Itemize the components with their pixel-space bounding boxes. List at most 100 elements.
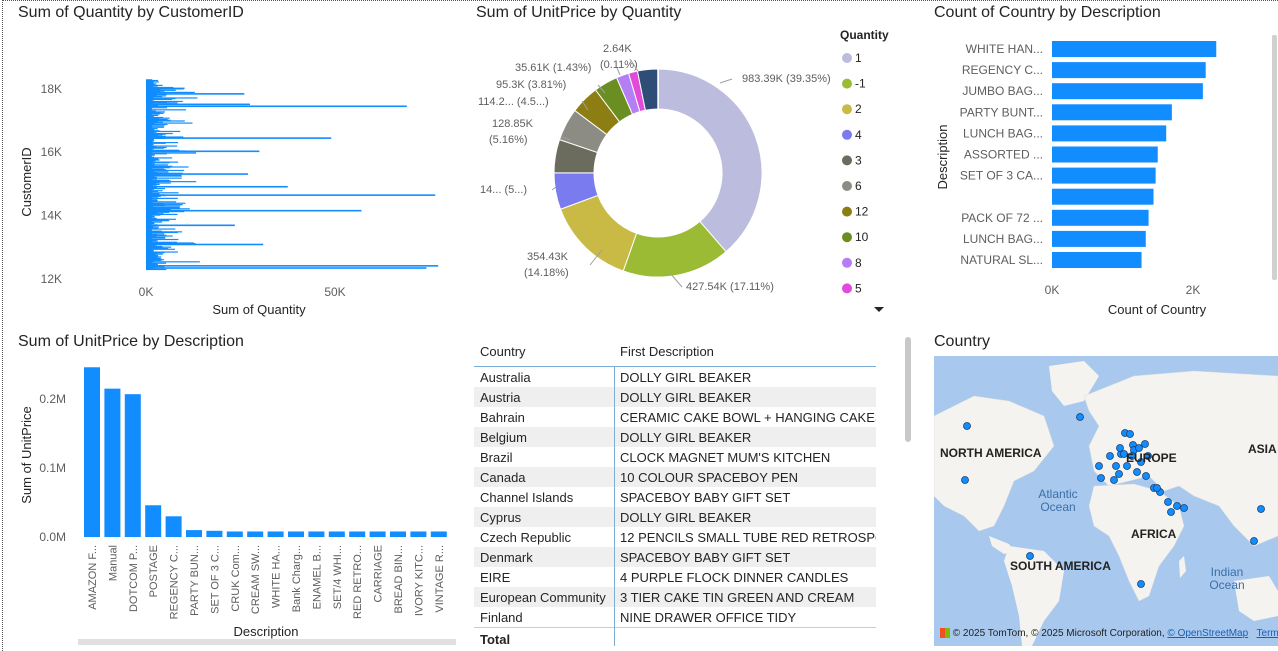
legend-item[interactable]: 6 — [855, 179, 862, 193]
country-description-table[interactable]: Country First Description Australia DOLLY… — [474, 336, 876, 650]
bar[interactable] — [146, 173, 249, 175]
legend-item[interactable]: 8 — [855, 256, 862, 270]
pie-slice[interactable] — [657, 68, 660, 110]
bar[interactable] — [146, 152, 197, 154]
map-point[interactable] — [1110, 476, 1118, 484]
map-point[interactable] — [1112, 462, 1120, 470]
map-point[interactable] — [1250, 537, 1258, 545]
bar[interactable] — [145, 505, 162, 537]
bar[interactable] — [328, 531, 345, 537]
table-row[interactable]: Brazil CLOCK MAGNET MUM'S KITCHEN — [474, 447, 876, 467]
legend-item[interactable]: 10 — [855, 230, 869, 244]
bar[interactable] — [146, 185, 288, 188]
table-row[interactable]: Australia DOLLY GIRL BEAKER — [474, 367, 876, 387]
bar[interactable] — [349, 531, 366, 537]
legend-item[interactable]: 2 — [855, 102, 862, 116]
bar[interactable] — [430, 531, 447, 537]
table-row[interactable]: Belgium DOLLY GIRL BEAKER — [474, 427, 876, 447]
pie-slice[interactable] — [657, 68, 763, 253]
map-point[interactable] — [1115, 470, 1123, 478]
bar[interactable] — [146, 109, 186, 111]
map-point[interactable] — [1153, 484, 1161, 492]
map-point[interactable] — [1095, 462, 1103, 470]
map-point[interactable] — [1133, 468, 1141, 476]
table-scrollbar[interactable] — [905, 337, 911, 442]
table-row[interactable]: EIRE 4 PURPLE FLOCK DINNER CANDLES — [474, 567, 876, 587]
map-point[interactable] — [1167, 508, 1175, 516]
bar[interactable] — [1052, 104, 1172, 121]
map-point[interactable] — [963, 422, 971, 430]
bar[interactable] — [1052, 188, 1154, 205]
bar[interactable] — [146, 93, 245, 95]
bar[interactable] — [308, 531, 325, 537]
legend-item[interactable]: 4 — [855, 128, 862, 142]
table-row[interactable]: European Community 3 TIER CAKE TIN GREEN … — [474, 587, 876, 607]
bar[interactable] — [1052, 125, 1167, 142]
bar[interactable] — [146, 243, 264, 246]
bar[interactable] — [1052, 167, 1156, 184]
bar[interactable] — [146, 209, 362, 212]
bar[interactable] — [146, 137, 332, 139]
chart-quantity-by-customer[interactable]: 18K 16K 14K 12K 0K 50K Sum of Quantity Customer… — [0, 25, 460, 325]
map-point[interactable] — [1126, 430, 1134, 438]
bar[interactable] — [267, 531, 284, 537]
pie-slice[interactable] — [559, 194, 638, 272]
table-row[interactable]: Cyprus DOLLY GIRL BEAKER — [474, 507, 876, 527]
bar[interactable] — [1052, 230, 1146, 247]
legend-scroll-down-icon[interactable] — [874, 307, 884, 312]
map-point[interactable] — [1257, 505, 1265, 513]
map-point[interactable] — [1076, 413, 1084, 421]
legend-item[interactable]: 3 — [855, 153, 862, 167]
map-point[interactable] — [1137, 580, 1145, 588]
bar[interactable] — [186, 530, 202, 537]
bar[interactable] — [1052, 209, 1149, 226]
bar[interactable] — [146, 265, 439, 267]
map-osm-link[interactable]: © OpenStreetMap — [1167, 628, 1248, 639]
bar[interactable] — [288, 531, 304, 537]
country-map[interactable]: NORTH AMERICA EUROPE ASIA AFRICA SOUTH A… — [934, 356, 1278, 646]
bar[interactable] — [369, 531, 386, 537]
bar[interactable] — [1052, 41, 1217, 57]
bar[interactable] — [390, 531, 406, 537]
chart-scrollbar[interactable] — [78, 639, 456, 645]
table-row[interactable]: Channel Islands SPACEBOY BABY GIFT SET — [474, 487, 876, 507]
bar[interactable] — [1052, 83, 1203, 100]
map-point[interactable] — [1106, 452, 1114, 460]
chart-unitprice-by-description[interactable]: 0.2M 0.1M 0.0M AMAZON F... Manual DOTCOM P...… — [0, 355, 465, 651]
chart-country-by-description[interactable]: WHITE HAN... REGENCY C... JUMBO BAG... PART… — [930, 25, 1278, 325]
table-header-country[interactable]: Country — [474, 344, 614, 359]
map-terms-link[interactable]: Terms — [1257, 628, 1278, 639]
table-row[interactable]: Finland NINE DRAWER OFFICE TIDY — [474, 607, 876, 627]
bar[interactable] — [410, 531, 427, 537]
map-point[interactable] — [1180, 504, 1188, 512]
chart-scrollbar[interactable] — [1272, 35, 1277, 280]
legend-item[interactable]: -1 — [855, 77, 866, 91]
map-point[interactable] — [1164, 498, 1172, 506]
table-row[interactable]: Czech Republic 12 PENCILS SMALL TUBE RED … — [474, 527, 876, 547]
bar[interactable] — [146, 103, 250, 106]
table-row[interactable]: Denmark SPACEBOY BABY GIFT SET — [474, 547, 876, 567]
table-row[interactable]: Austria DOLLY GIRL BEAKER — [474, 387, 876, 407]
bar[interactable] — [146, 150, 260, 153]
bar[interactable] — [84, 367, 100, 537]
map-point[interactable] — [1141, 440, 1149, 448]
bar[interactable] — [124, 394, 141, 537]
bar[interactable] — [206, 530, 223, 537]
map-point[interactable] — [961, 476, 969, 484]
legend-item[interactable]: 12 — [855, 205, 869, 219]
bar[interactable] — [104, 388, 121, 537]
map-point[interactable] — [1142, 472, 1150, 480]
bar[interactable] — [146, 105, 407, 108]
chart-unitprice-by-quantity[interactable]: 983.39K (39.35%) 427.54K (17.11%) 354.43K (… — [470, 25, 900, 325]
table-row[interactable]: Bahrain CERAMIC CAKE BOWL + HANGING CAKES — [474, 407, 876, 427]
bar[interactable] — [1052, 146, 1158, 163]
bar[interactable] — [165, 516, 182, 537]
bar[interactable] — [226, 531, 243, 537]
bar[interactable] — [247, 531, 264, 537]
bar[interactable] — [1052, 252, 1142, 268]
bar[interactable] — [146, 267, 427, 269]
map-point[interactable] — [1173, 502, 1181, 510]
legend-item[interactable]: 1 — [855, 51, 862, 65]
bar[interactable] — [146, 194, 436, 196]
bar[interactable] — [146, 79, 153, 81]
